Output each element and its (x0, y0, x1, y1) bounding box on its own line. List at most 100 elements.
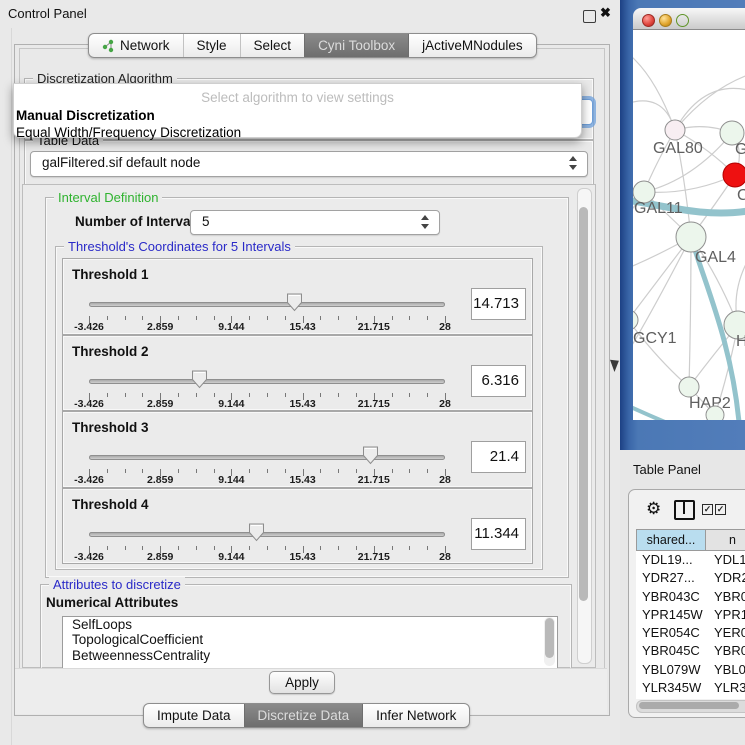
slider-tick (267, 393, 268, 397)
network-edge[interactable] (633, 402, 665, 420)
float-icon[interactable] (583, 10, 596, 23)
slider-tick (196, 469, 197, 473)
threshold-row: Threshold 4-3.4262.8599.14415.4321.71528… (62, 488, 533, 565)
network-node-gcy1[interactable] (633, 310, 638, 330)
cell-shared-name: YPR145W (636, 606, 706, 624)
slider-tick (338, 546, 339, 550)
network-edge[interactable] (633, 50, 675, 130)
horizontal-scrollbar[interactable] (636, 700, 745, 713)
network-canvas[interactable]: GAL80GACGAL11GAL4GCY1HHAP2 (633, 30, 745, 420)
num-intervals-combobox[interactable]: 5 (190, 210, 440, 235)
threshold-value-field[interactable]: 14.713 (471, 288, 526, 320)
network-node-hap2[interactable] (679, 377, 699, 397)
slider-tick (392, 546, 393, 550)
slider-tick-label: 2.859 (147, 398, 173, 410)
attribute-list-item[interactable]: TopologicalCoefficient (63, 632, 557, 647)
slider-tick-label: -3.426 (74, 551, 104, 563)
slider-tick-label: 28 (439, 474, 451, 486)
left-splitter[interactable] (11, 28, 12, 745)
network-window-titlebar[interactable] (633, 8, 745, 30)
close-traffic-light[interactable] (642, 14, 655, 27)
table-row[interactable]: YER054CYER0 (636, 624, 745, 642)
table-row[interactable]: YDR27...YDR2 (636, 569, 745, 587)
slider-tick-label: 28 (439, 398, 451, 410)
tab-network[interactable]: Network (89, 34, 183, 57)
cell-shared-name: YBL079W (636, 661, 706, 679)
cell-shared-name: YDR27... (636, 569, 706, 587)
scrollbar-thumb[interactable] (639, 702, 739, 709)
table-row[interactable]: YBL079WYBL0 (636, 661, 745, 679)
network-node-c[interactable] (723, 163, 745, 187)
column-header-shared-name[interactable]: shared... (636, 529, 706, 551)
zoom-traffic-light[interactable] (676, 14, 689, 27)
threshold-value-field[interactable]: 11.344 (471, 518, 526, 550)
attribute-list-item[interactable]: BetweennessCentrality (63, 648, 557, 663)
tab-cyni-toolbox[interactable]: Cyni Toolbox (304, 34, 408, 57)
tab-infer-network[interactable]: Infer Network (362, 704, 469, 727)
scrollbar-thumb[interactable] (579, 207, 588, 601)
slider-tick-label: 2.859 (147, 474, 173, 486)
slider-tick (178, 393, 179, 397)
table-row[interactable]: YBR043CYBR0 (636, 588, 745, 606)
table-row[interactable]: YIL052CYIL0 (636, 697, 745, 699)
slider-tick (249, 469, 250, 473)
panel-vertical-scrollbar[interactable] (577, 188, 592, 664)
slider-tick (125, 469, 126, 473)
network-node[interactable] (706, 406, 724, 420)
network-edge[interactable] (689, 237, 691, 387)
numerical-attributes-list[interactable]: SelfLoopsTopologicalCoefficientBetweenne… (62, 616, 558, 669)
tab-jactivemnodules[interactable]: jActiveMNodules (408, 34, 536, 57)
table-row[interactable]: YDL19...YDL1 (636, 551, 745, 569)
slider-track[interactable] (89, 379, 445, 384)
split-columns-icon[interactable] (674, 500, 695, 520)
slider-tick (392, 393, 393, 397)
table-row[interactable]: YPR145WYPR1 (636, 606, 745, 624)
slider-tick (409, 393, 410, 397)
slider-tick (142, 316, 143, 320)
attribute-list-item[interactable]: SelfLoops (63, 617, 557, 632)
table-panel-title: Table Panel (633, 462, 701, 477)
threshold-value-field[interactable]: 21.4 (471, 441, 526, 473)
slider-track[interactable] (89, 302, 445, 307)
cell-name: YBR0 (706, 588, 745, 606)
cell-shared-name: YIL052C (636, 697, 706, 699)
table-row[interactable]: YBR045CYBR0 (636, 642, 745, 660)
threshold-value-field[interactable]: 6.316 (471, 365, 526, 397)
slider-thumb[interactable] (286, 293, 303, 317)
slider-thumb[interactable] (362, 446, 379, 470)
dropdown-option-manual[interactable]: Manual Discretization (14, 105, 581, 123)
dropdown-option-equal-width[interactable]: Equal Width/Frequency Discretization (14, 123, 581, 140)
table-area: shared... n YDL19...YDL1YDR27...YDR2YBR0… (636, 529, 745, 719)
slider-track[interactable] (89, 455, 445, 460)
tab-select[interactable]: Select (240, 34, 305, 57)
slider-thumb[interactable] (248, 523, 265, 547)
tab-style[interactable]: Style (183, 34, 240, 57)
select-all-checkbox-icon[interactable]: ✓ (702, 504, 713, 515)
slider-tick (409, 316, 410, 320)
minimize-traffic-light[interactable] (659, 14, 672, 27)
network-node-label: GCY1 (633, 330, 677, 347)
slider-thumb[interactable] (191, 370, 208, 394)
tab-discretize-data[interactable]: Discretize Data (244, 704, 363, 727)
tab-impute-data[interactable]: Impute Data (144, 704, 244, 727)
column-header-name[interactable]: n (705, 529, 745, 551)
apply-button[interactable]: Apply (269, 671, 335, 694)
slider-tick (142, 546, 143, 550)
slider-tick-label: 9.144 (218, 321, 244, 333)
scrollbar-thumb[interactable] (545, 618, 554, 658)
slider-tick (356, 546, 357, 550)
network-node-gal80[interactable] (665, 120, 685, 140)
close-icon[interactable]: ✖ (600, 5, 611, 21)
network-node-gal4[interactable] (676, 222, 706, 252)
table-row[interactable]: YLR345WYLR3 (636, 679, 745, 697)
select-none-checkbox-icon[interactable]: ✓ (715, 504, 726, 515)
attributes-scrollbar[interactable] (544, 617, 555, 666)
gear-icon[interactable]: ⚙ (646, 500, 661, 517)
table-data-combobox[interactable]: galFiltered.sif default node (30, 151, 588, 177)
slider-track[interactable] (89, 532, 445, 537)
network-node-label: GAL11 (634, 200, 683, 217)
table-rows[interactable]: YDL19...YDL1YDR27...YDR2YBR043CYBR0YPR14… (636, 551, 745, 699)
slider-tick (356, 316, 357, 320)
network-edge[interactable] (644, 175, 735, 192)
dropdown-placeholder-option[interactable]: Select algorithm to view settings (14, 84, 581, 105)
